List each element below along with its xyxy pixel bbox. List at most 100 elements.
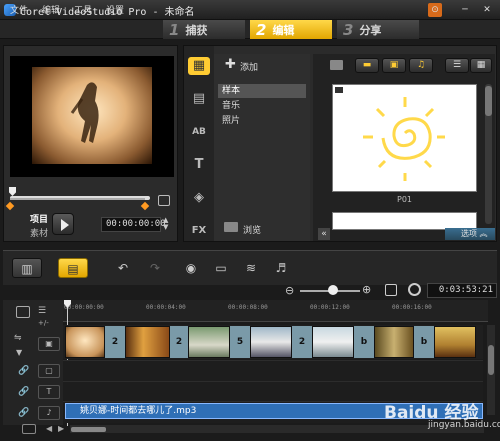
- thumbnail-label: P01: [397, 195, 413, 204]
- filter-icon[interactable]: FX: [188, 222, 210, 240]
- transition-clip[interactable]: 2: [170, 326, 188, 358]
- fit-to-window-icon[interactable]: [385, 284, 397, 296]
- minimize-button[interactable]: ─: [458, 3, 472, 17]
- close-button[interactable]: ✕: [480, 3, 494, 17]
- title-icon[interactable]: T: [188, 156, 210, 174]
- overlay-track-icon[interactable]: ▢: [38, 364, 60, 378]
- tab-share-number: 3: [343, 20, 354, 39]
- timeline-hscrollbar[interactable]: [70, 425, 484, 433]
- copy-icon[interactable]: [158, 195, 170, 206]
- graphic-icon[interactable]: ◈: [188, 189, 210, 207]
- video-clip[interactable]: [65, 326, 105, 358]
- help-icon[interactable]: ⊙: [428, 3, 442, 17]
- baidu-watermark-url: jingyan.baidu.com: [428, 420, 500, 430]
- zoom-in-icon[interactable]: ⊕: [362, 283, 371, 296]
- add-folder-button[interactable]: 添加: [240, 60, 258, 73]
- instant-project-icon[interactable]: ▤: [188, 90, 210, 108]
- options-button[interactable]: 选项 ︽: [445, 228, 495, 240]
- auto-music-icon[interactable]: ♬: [266, 258, 296, 278]
- tab-edit-label: 编辑: [272, 23, 295, 37]
- tab-share-label: 分享: [359, 23, 382, 37]
- library-folder-list: [214, 54, 310, 241]
- timecode-stepper-icon[interactable]: ▲ ▼: [163, 217, 168, 231]
- smart-proxy-icon[interactable]: ▭: [206, 258, 236, 278]
- show-photo-button[interactable]: ▣: [382, 58, 406, 73]
- scroll-left-icon[interactable]: ◀: [46, 424, 52, 433]
- track-manager-icon[interactable]: [16, 306, 30, 318]
- thumbnail-view-button[interactable]: ▦: [470, 58, 492, 73]
- transition-clip[interactable]: 2: [105, 326, 125, 358]
- transition-icon[interactable]: AB: [188, 123, 210, 141]
- music-track-icon[interactable]: ♪: [38, 406, 60, 420]
- transition-clip[interactable]: b: [354, 326, 374, 358]
- title-lock-icon[interactable]: 🔗: [18, 387, 29, 397]
- folder-item-sample[interactable]: 样本: [218, 84, 306, 98]
- storyboard-view-button[interactable]: ▥: [12, 258, 42, 278]
- library-category-strip: [184, 46, 214, 241]
- folder-item-music[interactable]: 音乐: [218, 99, 306, 113]
- transition-clip[interactable]: b: [414, 326, 434, 358]
- timeline-view-button[interactable]: ▤: [58, 258, 88, 278]
- collapse-chevron-icon[interactable]: «: [318, 228, 330, 240]
- play-button[interactable]: [52, 213, 74, 235]
- menu-tools[interactable]: 工具: [74, 3, 92, 16]
- timeline-vscrollbar-thumb[interactable]: [488, 345, 494, 375]
- show-audio-button[interactable]: ♫: [409, 58, 433, 73]
- video-clip[interactable]: [312, 326, 354, 358]
- video-clip[interactable]: [188, 326, 230, 358]
- ruler-label: 00:00:16:00: [392, 304, 432, 311]
- library-scrollbar-thumb[interactable]: [485, 86, 492, 116]
- clip-mode-label[interactable]: 素材: [30, 226, 48, 239]
- transition-clip[interactable]: 2: [292, 326, 312, 358]
- library-thumbnail-p01[interactable]: [332, 84, 477, 192]
- ruler-label: 00:00:12:00: [310, 304, 350, 311]
- video-clip[interactable]: [434, 326, 476, 358]
- zoom-slider-thumb[interactable]: [328, 285, 338, 295]
- menu-file[interactable]: 文件: [10, 3, 28, 16]
- list-view-button[interactable]: ☰: [445, 58, 469, 73]
- browse-icon[interactable]: [224, 222, 238, 232]
- ruler-label: 00:00:08:00: [228, 304, 268, 311]
- tab-capture[interactable]: 1 捕获: [163, 20, 245, 39]
- video-track-icon[interactable]: ▣: [38, 337, 60, 351]
- zoom-out-icon[interactable]: ⊖: [285, 284, 294, 297]
- browse-button[interactable]: 浏览: [243, 223, 261, 236]
- music-lock-icon[interactable]: 🔗: [18, 408, 29, 418]
- menu-settings[interactable]: 设置: [106, 3, 124, 16]
- tab-edit-number: 2: [256, 20, 267, 39]
- ripple-dropdown-icon[interactable]: ▼: [16, 348, 22, 357]
- show-video-button[interactable]: ▬: [355, 58, 379, 73]
- video-clip[interactable]: [374, 326, 414, 358]
- redo-icon[interactable]: ↷: [140, 258, 170, 278]
- project-duration: 0:03:53:21: [427, 283, 497, 298]
- transition-clip[interactable]: 5: [230, 326, 250, 358]
- video-clip[interactable]: [250, 326, 292, 358]
- video-clip[interactable]: [125, 326, 170, 358]
- timecode-field[interactable]: 00:00:00:00: [101, 217, 166, 232]
- media-library-icon[interactable]: ▦: [188, 57, 210, 75]
- project-mode-label[interactable]: 项目: [30, 212, 48, 225]
- menu-edit[interactable]: 编辑: [42, 3, 60, 16]
- record-capture-icon[interactable]: ◉: [176, 258, 206, 278]
- ripple-edit-icon[interactable]: ⇋: [14, 333, 22, 343]
- tab-share[interactable]: 3 分享: [337, 20, 419, 39]
- tab-edit[interactable]: 2 编辑: [250, 20, 332, 39]
- video-preview-image: [32, 67, 152, 164]
- folder-item-photo[interactable]: 照片: [218, 114, 306, 128]
- sound-mixer-icon[interactable]: ≋: [236, 258, 266, 278]
- title-track-icon[interactable]: T: [38, 385, 60, 399]
- overlay-track: [63, 360, 483, 381]
- undo-icon[interactable]: ↶: [108, 258, 138, 278]
- folder-icon[interactable]: [330, 60, 343, 70]
- add-icon[interactable]: ✚: [225, 57, 236, 72]
- trim-range: [10, 198, 145, 200]
- overlay-lock-icon[interactable]: 🔗: [18, 366, 29, 376]
- clock-icon: [408, 283, 421, 296]
- options-label: 选项: [461, 229, 477, 238]
- fit-project-icon[interactable]: [22, 424, 36, 434]
- add-remove-marker-icon[interactable]: +/-: [38, 319, 49, 327]
- timeline-hscrollbar-thumb[interactable]: [71, 427, 106, 432]
- chapter-list-icon[interactable]: ☰: [38, 306, 54, 318]
- scroll-right-icon[interactable]: ▶: [58, 424, 64, 433]
- options-chevron-icon: ︽: [479, 229, 488, 238]
